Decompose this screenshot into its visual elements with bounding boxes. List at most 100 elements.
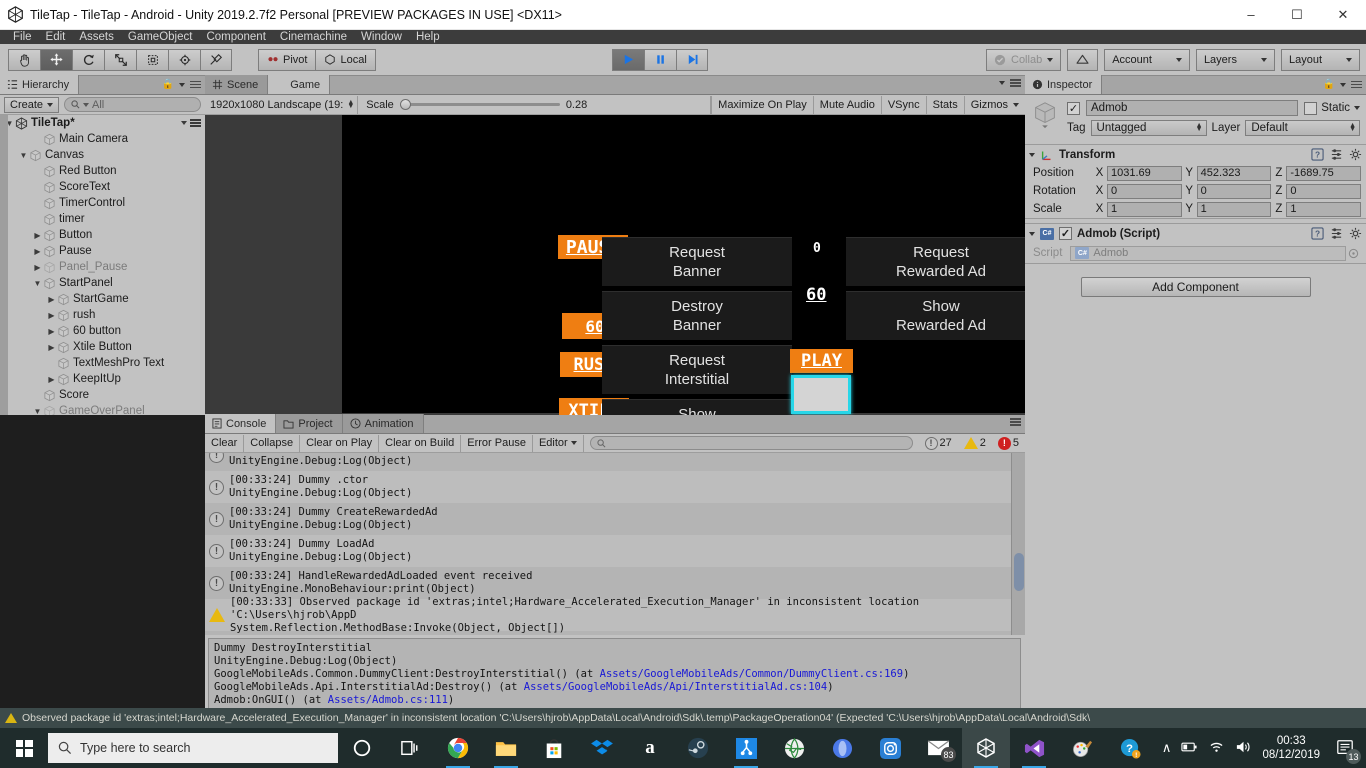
step-button[interactable] — [676, 48, 708, 71]
vsync-button[interactable]: VSync — [880, 95, 926, 114]
maximize-button[interactable]: ☐ — [1274, 0, 1320, 30]
rotate-tool-button[interactable] — [72, 48, 104, 71]
gear-icon[interactable] — [1348, 227, 1362, 241]
collapse-button[interactable]: Collapse — [244, 434, 301, 452]
error-count-badge[interactable]: ! 5 — [992, 436, 1025, 450]
number-input-z[interactable]: 1 — [1286, 201, 1362, 217]
menu-item-edit[interactable]: Edit — [39, 30, 73, 44]
hierarchy-item-rush[interactable]: ▶ rush — [0, 307, 205, 323]
show-rewarded-ad-button[interactable]: Show Rewarded Ad — [846, 291, 1025, 340]
console-log-list[interactable]: ! [00:33:24] Dummy InitializeUnityEngine.… — [205, 453, 1025, 635]
hierarchy-item-60-button[interactable]: ▶ 60 button — [0, 323, 205, 339]
stats-button[interactable]: Stats — [925, 95, 964, 114]
start-button[interactable] — [0, 728, 48, 768]
tab-console[interactable]: Console — [205, 414, 277, 433]
number-input-z[interactable]: -1689.75 — [1286, 165, 1362, 181]
collab-button[interactable]: Collab — [986, 48, 1062, 71]
maximize-on-play-button[interactable]: Maximize On Play — [711, 95, 813, 114]
dropbox-icon[interactable] — [578, 728, 626, 768]
menu-item-file[interactable]: File — [6, 30, 39, 44]
help-icon[interactable]: ?! — [1106, 728, 1154, 768]
menu-item-gameobject[interactable]: GameObject — [121, 30, 200, 44]
create-button[interactable]: Create — [4, 96, 60, 113]
microsoft-store-icon[interactable] — [530, 728, 578, 768]
hierarchy-item-timer[interactable]: timer — [0, 211, 205, 227]
menu-item-help[interactable]: Help — [409, 30, 447, 44]
tab-animation[interactable]: Animation — [342, 414, 424, 433]
instagram-icon[interactable] — [866, 728, 914, 768]
battery-icon[interactable] — [1181, 741, 1198, 756]
tab-game[interactable]: Game — [268, 75, 331, 94]
hierarchy-tree[interactable]: ▼ TileTap* Main Camera ▼ Canvas Red Button … — [0, 115, 205, 415]
game-render-area[interactable]: PAUSE 60 RUSH XTILE KEEPITUP Request Ban… — [205, 115, 1025, 434]
script-object-field[interactable]: C# Admob — [1070, 245, 1346, 261]
hierarchy-item-canvas[interactable]: ▼ Canvas — [0, 147, 205, 163]
object-picker-icon[interactable] — [1346, 246, 1360, 260]
resolution-dropdown[interactable]: 1920x1080 Landscape (19: ▲ ▼ — [205, 95, 359, 114]
task-view-icon[interactable] — [386, 728, 434, 768]
object-name-input[interactable]: Admob — [1086, 100, 1299, 116]
hierarchy-item-startpanel[interactable]: ▼ StartPanel — [0, 275, 205, 291]
menu-item-cinemachine[interactable]: Cinemachine — [273, 30, 354, 44]
menu-icon[interactable] — [1010, 79, 1021, 87]
script-enabled-checkbox[interactable]: ✓ — [1059, 227, 1072, 240]
console-search-input[interactable] — [589, 436, 913, 450]
minimize-button[interactable]: – — [1228, 0, 1274, 30]
mute-audio-button[interactable]: Mute Audio — [812, 95, 881, 114]
console-scrollbar-thumb[interactable] — [1014, 553, 1024, 591]
menu-icon[interactable] — [1010, 418, 1021, 426]
editor-dropdown[interactable]: Editor — [533, 434, 584, 452]
cloud-button[interactable] — [1067, 48, 1099, 71]
steam-icon[interactable] — [674, 728, 722, 768]
hierarchy-item-tiletap[interactable]: ▼ TileTap* — [0, 115, 205, 131]
hierarchy-item-startgame[interactable]: ▶ StartGame — [0, 291, 205, 307]
clear-button[interactable]: Clear — [205, 434, 245, 452]
detail-link-dummyclient[interactable]: Assets/GoogleMobileAds/Common/DummyClien… — [600, 668, 903, 680]
hierarchy-item-scoretext[interactable]: ScoreText — [0, 179, 205, 195]
object-enabled-checkbox[interactable]: ✓ — [1067, 101, 1080, 115]
chevron-down-icon[interactable] — [1354, 106, 1360, 110]
request-rewarded-ad-button[interactable]: Request Rewarded Ad — [846, 237, 1025, 286]
wifi-icon[interactable] — [1208, 740, 1225, 756]
tray-chevron-icon[interactable]: ∧ — [1162, 740, 1172, 756]
taskbar-clock[interactable]: 00:33 08/12/2019 — [1262, 734, 1320, 762]
hierarchy-item-main-camera[interactable]: Main Camera — [0, 131, 205, 147]
opera-icon[interactable] — [818, 728, 866, 768]
scale-slider-knob[interactable] — [399, 99, 411, 110]
hierarchy-item-score[interactable]: Score — [0, 387, 205, 403]
destroy-banner-button[interactable]: Destroy Banner — [602, 291, 792, 340]
tab-inspector[interactable]: Inspector — [1025, 75, 1103, 94]
hierarchy-item-xtile-button[interactable]: ▶ Xtile Button — [0, 339, 205, 355]
chevron-down-icon[interactable] — [1029, 231, 1035, 236]
number-input-x[interactable]: 1031.69 — [1107, 165, 1182, 181]
sourcetree-icon[interactable] — [722, 728, 770, 768]
paint-icon[interactable] — [1058, 728, 1106, 768]
tab-project[interactable]: Project — [276, 414, 343, 433]
menu-item-window[interactable]: Window — [354, 30, 409, 44]
number-input-y[interactable]: 452.323 — [1196, 165, 1272, 181]
layers-button[interactable]: Layers — [1195, 48, 1275, 71]
rect-tool-button[interactable] — [136, 48, 168, 71]
custom-tool-button[interactable] — [200, 48, 232, 71]
error-pause-button[interactable]: Error Pause — [461, 434, 533, 452]
chevron-down-icon[interactable] — [1029, 152, 1035, 157]
chrome-icon[interactable] — [434, 728, 482, 768]
amazon-icon[interactable]: a — [626, 728, 674, 768]
number-input-y[interactable]: 0 — [1196, 183, 1272, 199]
gizmos-button[interactable]: Gizmos — [963, 95, 1025, 114]
tab-hierarchy[interactable]: Hierarchy — [0, 75, 80, 94]
clear-on-play-button[interactable]: Clear on Play — [300, 434, 380, 452]
transform-component-header[interactable]: Transform ? — [1025, 145, 1366, 164]
number-input-z[interactable]: 0 — [1286, 183, 1362, 199]
transform-tool-button[interactable] — [168, 48, 200, 71]
chevron-down-icon[interactable] — [1340, 82, 1346, 87]
pivot-button[interactable]: Pivot — [258, 48, 317, 71]
chevron-down-icon[interactable] — [999, 80, 1005, 85]
help-icon[interactable]: ? — [1310, 148, 1324, 162]
scale-slider[interactable] — [399, 99, 560, 110]
play-game-button[interactable]: PLAY — [790, 349, 853, 373]
static-checkbox[interactable] — [1304, 101, 1318, 115]
gear-icon[interactable] — [1348, 148, 1362, 162]
console-log-row[interactable]: ! [00:33:24] Dummy InitializeUnityEngine.… — [205, 453, 1025, 471]
pause-button[interactable] — [644, 48, 676, 71]
